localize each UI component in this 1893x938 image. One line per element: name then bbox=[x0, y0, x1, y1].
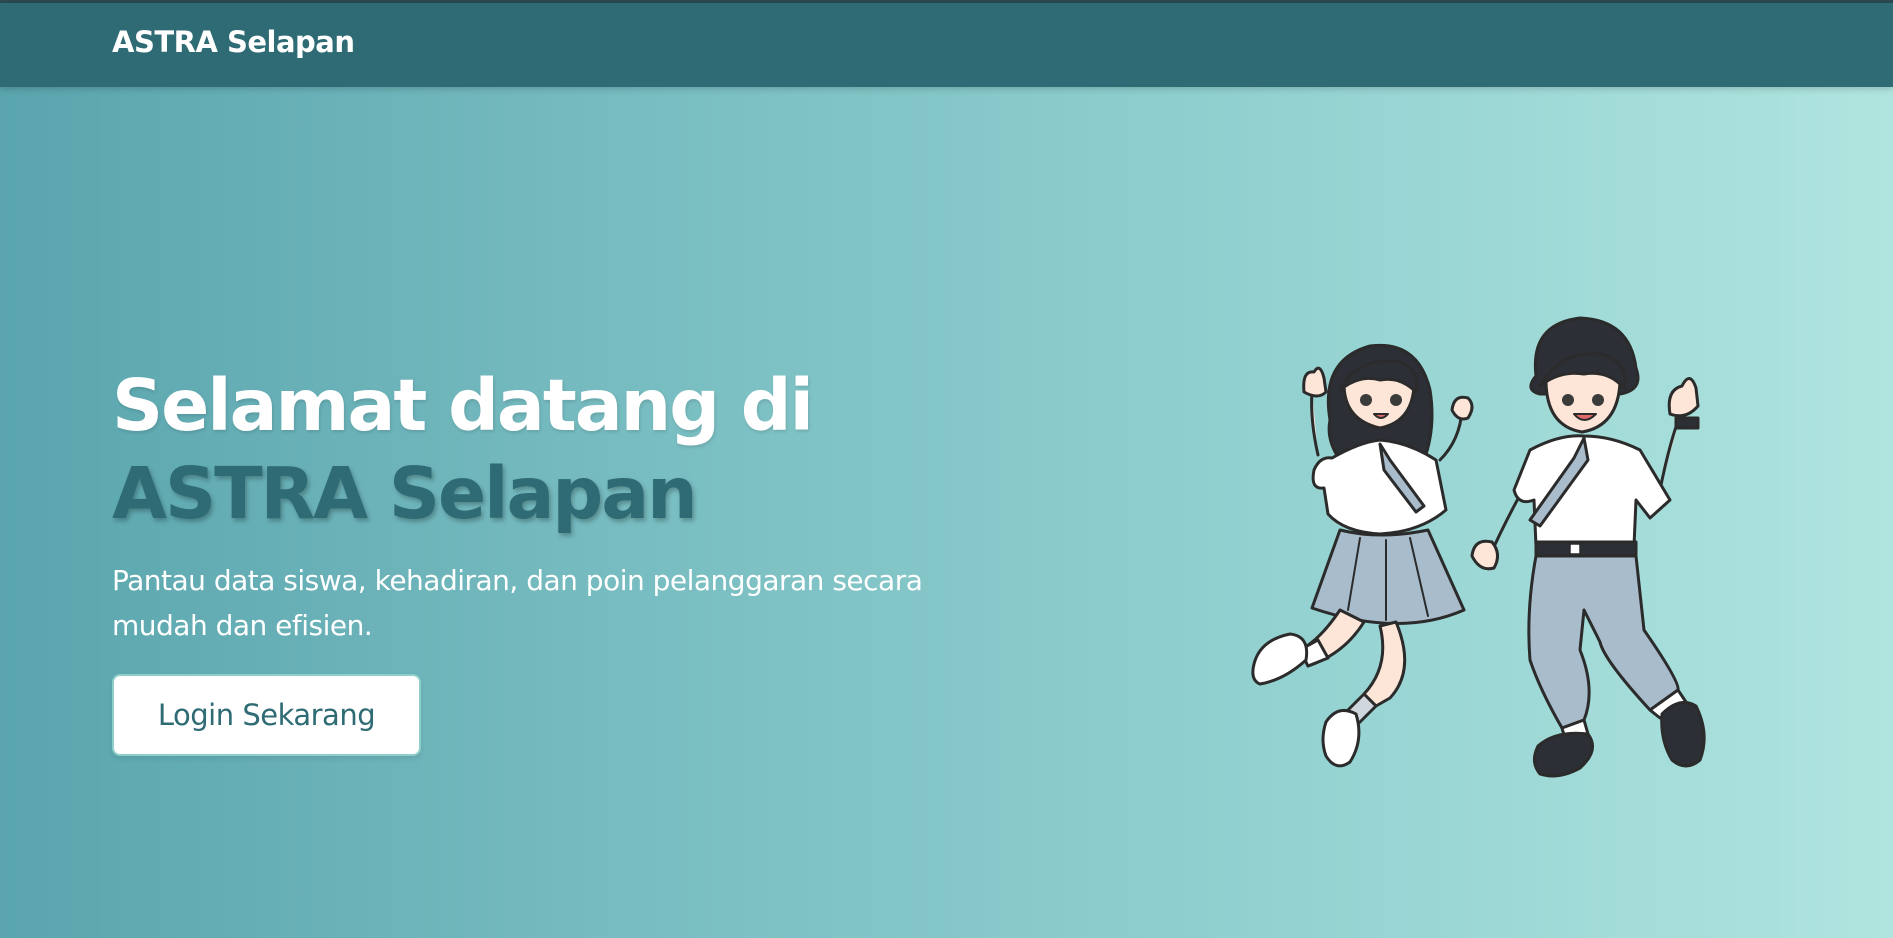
hero-subtitle: Pantau data siswa, kehadiran, dan poin p… bbox=[112, 564, 923, 642]
students-illustration bbox=[1240, 310, 1760, 830]
hero-section: Selamat datang di ASTRA Selapan Pantau d… bbox=[112, 362, 1012, 648]
login-now-button[interactable]: Login Sekarang bbox=[112, 674, 421, 756]
girl-figure bbox=[1251, 343, 1474, 768]
boy-figure bbox=[1470, 316, 1706, 778]
brand-logo-text[interactable]: ASTRA Selapan bbox=[112, 25, 355, 59]
students-jumping-image bbox=[1251, 316, 1706, 778]
navbar: ASTRA Selapan bbox=[0, 3, 1893, 87]
hero-title-line1: Selamat datang di bbox=[112, 364, 814, 447]
hero-title: Selamat datang di ASTRA Selapan bbox=[112, 362, 1012, 538]
hero-title-brand: ASTRA Selapan bbox=[112, 452, 698, 535]
